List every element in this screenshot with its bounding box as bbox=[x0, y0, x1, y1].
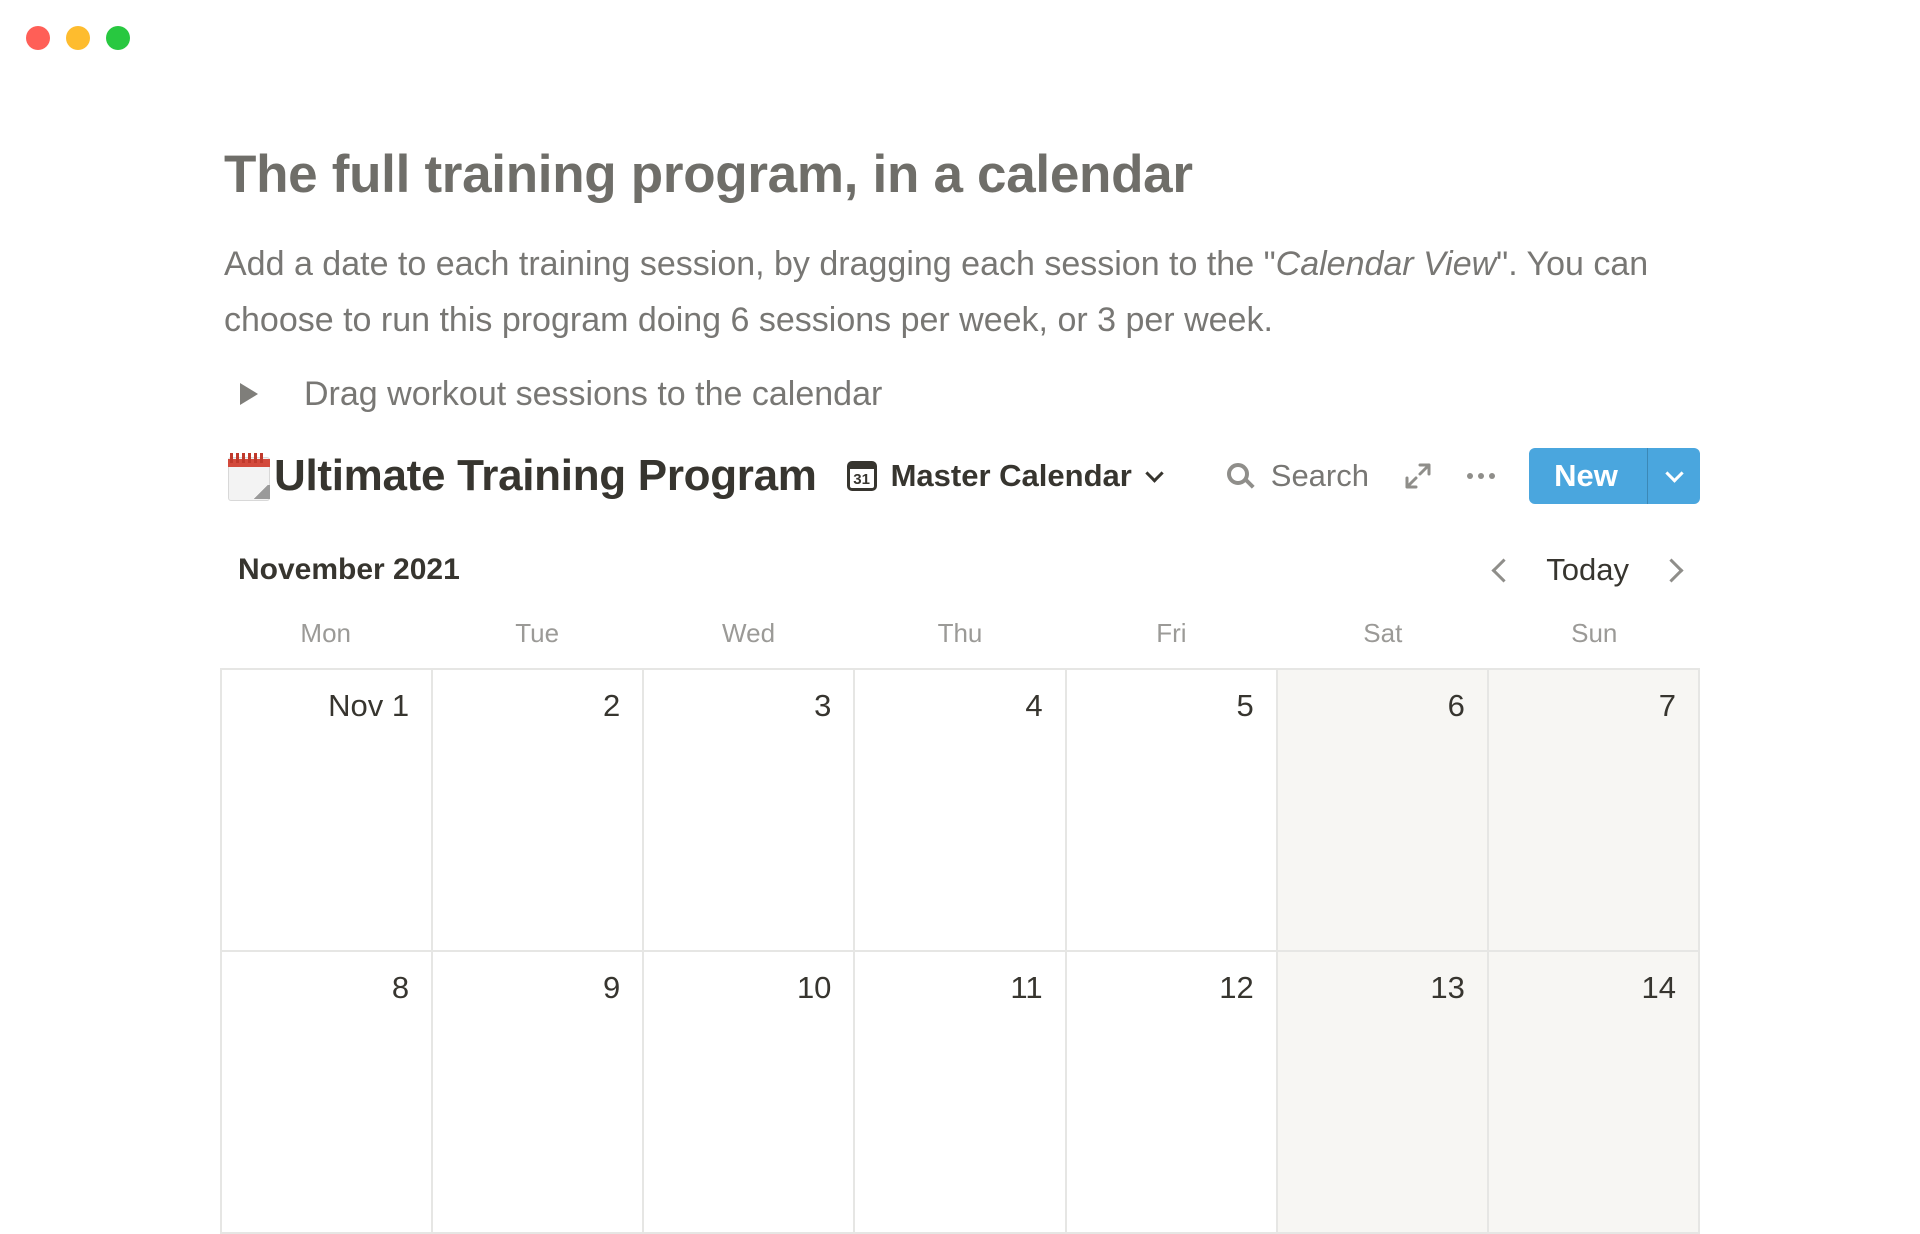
day-number: 2 bbox=[603, 688, 621, 723]
calendar-emoji-icon[interactable] bbox=[224, 451, 270, 501]
calendar-day-cell[interactable]: 8 bbox=[222, 952, 434, 1234]
day-number: 7 bbox=[1658, 688, 1676, 723]
weekday-label: Sat bbox=[1363, 618, 1403, 648]
day-number: 11 bbox=[1010, 970, 1043, 1005]
day-number: 5 bbox=[1236, 688, 1254, 723]
calendar-view-icon: 31 bbox=[846, 461, 877, 491]
calendar-day-cell[interactable]: 12 bbox=[1066, 952, 1278, 1234]
close-window-button[interactable] bbox=[26, 26, 50, 50]
new-dropdown-button[interactable] bbox=[1647, 448, 1700, 504]
weekday-label: Wed bbox=[722, 618, 776, 648]
day-number: 6 bbox=[1447, 688, 1465, 723]
database-toolbar: Search New bbox=[1226, 442, 1700, 510]
calendar-day-cell[interactable]: 9 bbox=[433, 952, 645, 1234]
calendar-day-cell[interactable]: 11 bbox=[855, 952, 1067, 1234]
calendar-day-cell[interactable]: Nov 1 bbox=[222, 670, 434, 952]
toggle-label: Drag workout sessions to the calendar bbox=[304, 374, 883, 413]
calendar-day-cell[interactable]: 6 bbox=[1277, 670, 1489, 952]
toggle-block[interactable]: Drag workout sessions to the calendar bbox=[224, 366, 1700, 422]
calendar-day-cell[interactable]: 5 bbox=[1066, 670, 1278, 952]
more-options-icon[interactable] bbox=[1467, 473, 1495, 479]
day-number: 14 bbox=[1641, 970, 1676, 1005]
calendar-navigation: Today bbox=[1491, 552, 1684, 588]
view-label: Master Calendar bbox=[890, 458, 1132, 493]
day-number: 3 bbox=[814, 688, 832, 723]
expand-icon[interactable] bbox=[1403, 461, 1433, 491]
day-number: Nov 1 bbox=[328, 688, 410, 723]
day-number: 9 bbox=[603, 970, 621, 1005]
day-number: 10 bbox=[796, 970, 832, 1005]
weekday-header: Mon Tue Wed Thu Fri Sat Sun bbox=[220, 610, 1700, 656]
weekday-label: Fri bbox=[1156, 618, 1187, 648]
page-title[interactable]: The full training program, in a calendar bbox=[224, 140, 1700, 210]
calendar-day-cell[interactable]: 2 bbox=[433, 670, 645, 952]
calendar-day-cell[interactable]: 13 bbox=[1277, 952, 1489, 1234]
calendar-toolbar: November 2021 Today bbox=[224, 542, 1700, 598]
database-title[interactable]: Ultimate Training Program bbox=[274, 451, 817, 501]
day-number: 12 bbox=[1219, 970, 1254, 1005]
day-number: 8 bbox=[391, 970, 410, 1005]
weekday-label: Mon bbox=[300, 618, 351, 648]
today-button[interactable]: Today bbox=[1546, 552, 1629, 588]
chevron-down-icon bbox=[1145, 463, 1164, 483]
calendar-day-cell[interactable]: 10 bbox=[644, 952, 856, 1234]
minimize-window-button[interactable] bbox=[66, 26, 90, 50]
day-number: 4 bbox=[1025, 688, 1043, 723]
chevron-down-icon bbox=[1664, 463, 1684, 483]
view-switcher[interactable]: 31 Master Calendar bbox=[846, 458, 1164, 494]
new-button-group: New bbox=[1529, 448, 1700, 504]
month-label: November 2021 bbox=[238, 553, 460, 586]
chevron-left-icon[interactable] bbox=[1491, 557, 1516, 583]
chevron-right-icon[interactable] bbox=[1659, 557, 1684, 583]
new-button[interactable]: New bbox=[1529, 448, 1647, 504]
page-content: The full training program, in a calendar… bbox=[224, 140, 1700, 598]
window-controls bbox=[26, 26, 130, 50]
weekday-label: Thu bbox=[937, 618, 983, 648]
calendar-day-cell[interactable]: 14 bbox=[1488, 952, 1700, 1234]
calendar-grid: Nov 1 2 3 4 5 6 7 8 9 10 11 12 13 14 bbox=[220, 668, 1700, 1234]
search-label: Search bbox=[1270, 458, 1369, 493]
description-emphasis: Calendar View bbox=[1275, 245, 1497, 283]
description-text-start: Add a date to each training session, by … bbox=[224, 245, 1276, 283]
day-number: 13 bbox=[1430, 970, 1465, 1005]
database-header: Ultimate Training Program 31 Master Cale… bbox=[224, 442, 1700, 510]
search-button[interactable]: Search bbox=[1226, 458, 1369, 494]
page-description[interactable]: Add a date to each training session, by … bbox=[224, 236, 1700, 348]
toggle-arrow-icon[interactable] bbox=[240, 383, 258, 405]
weekday-label: Tue bbox=[515, 618, 560, 648]
calendar-day-cell[interactable]: 4 bbox=[855, 670, 1067, 952]
calendar-day-cell[interactable]: 3 bbox=[644, 670, 856, 952]
search-icon bbox=[1226, 463, 1255, 489]
weekday-label: Sun bbox=[1571, 618, 1618, 648]
maximize-window-button[interactable] bbox=[106, 26, 130, 50]
calendar-day-cell[interactable]: 7 bbox=[1488, 670, 1700, 952]
